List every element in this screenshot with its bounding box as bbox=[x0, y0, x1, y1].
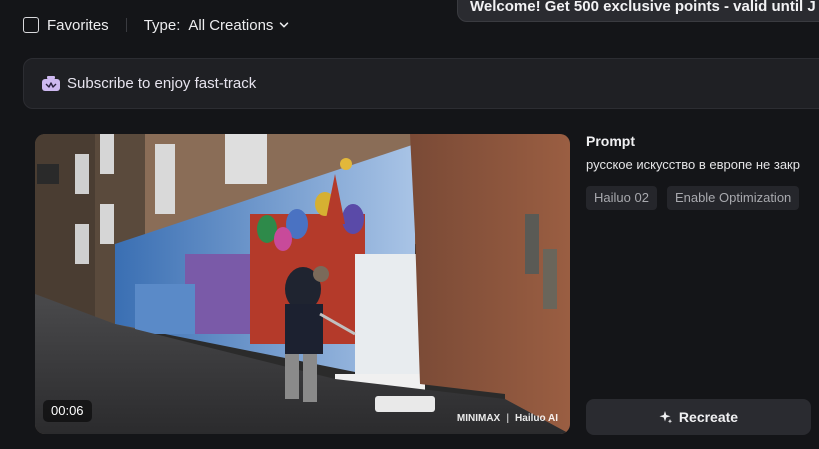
chevron-down-icon bbox=[280, 22, 289, 28]
video-watermark: MINIMAX | Hailuo AI bbox=[456, 413, 558, 424]
filter-divider bbox=[125, 18, 127, 32]
tag-model: Hailuo 02 bbox=[586, 186, 657, 210]
tag-optimization: Enable Optimization bbox=[666, 186, 800, 210]
page: Favorites Type: All Creations Welcome! G… bbox=[0, 0, 819, 449]
welcome-toast: Welcome! Get 500 exclusive points - vali… bbox=[457, 0, 819, 22]
favorites-checkbox[interactable] bbox=[23, 17, 39, 33]
video-duration: 00:06 bbox=[43, 400, 92, 422]
filter-bar: Favorites Type: All Creations bbox=[23, 14, 289, 36]
watermark-product: Hailuo AI bbox=[515, 413, 558, 424]
prompt-text: русское искусство в европе не закр bbox=[586, 157, 800, 172]
type-dropdown[interactable]: All Creations bbox=[188, 17, 289, 34]
prompt-title: Prompt bbox=[586, 133, 635, 149]
recreate-label: Recreate bbox=[678, 409, 739, 425]
sparkle-icon bbox=[659, 411, 673, 424]
subscribe-text: Subscribe to enjoy fast-track bbox=[67, 75, 257, 92]
type-label: Type: bbox=[143, 16, 181, 34]
type-dropdown-value: All Creations bbox=[188, 16, 274, 34]
model-tags: Hailuo 02 Enable Optimization bbox=[586, 186, 809, 210]
crown-icon bbox=[42, 75, 60, 91]
toast-text: Welcome! Get 500 exclusive points - vali… bbox=[470, 0, 816, 15]
favorites-label[interactable]: Favorites bbox=[47, 17, 109, 34]
video-thumbnail bbox=[35, 134, 570, 434]
video-player[interactable]: 00:06 MINIMAX | Hailuo AI bbox=[35, 134, 570, 434]
recreate-button[interactable]: Recreate bbox=[586, 399, 811, 435]
watermark-brand: MINIMAX bbox=[456, 413, 501, 424]
subscribe-banner[interactable]: Subscribe to enjoy fast-track bbox=[23, 58, 819, 109]
